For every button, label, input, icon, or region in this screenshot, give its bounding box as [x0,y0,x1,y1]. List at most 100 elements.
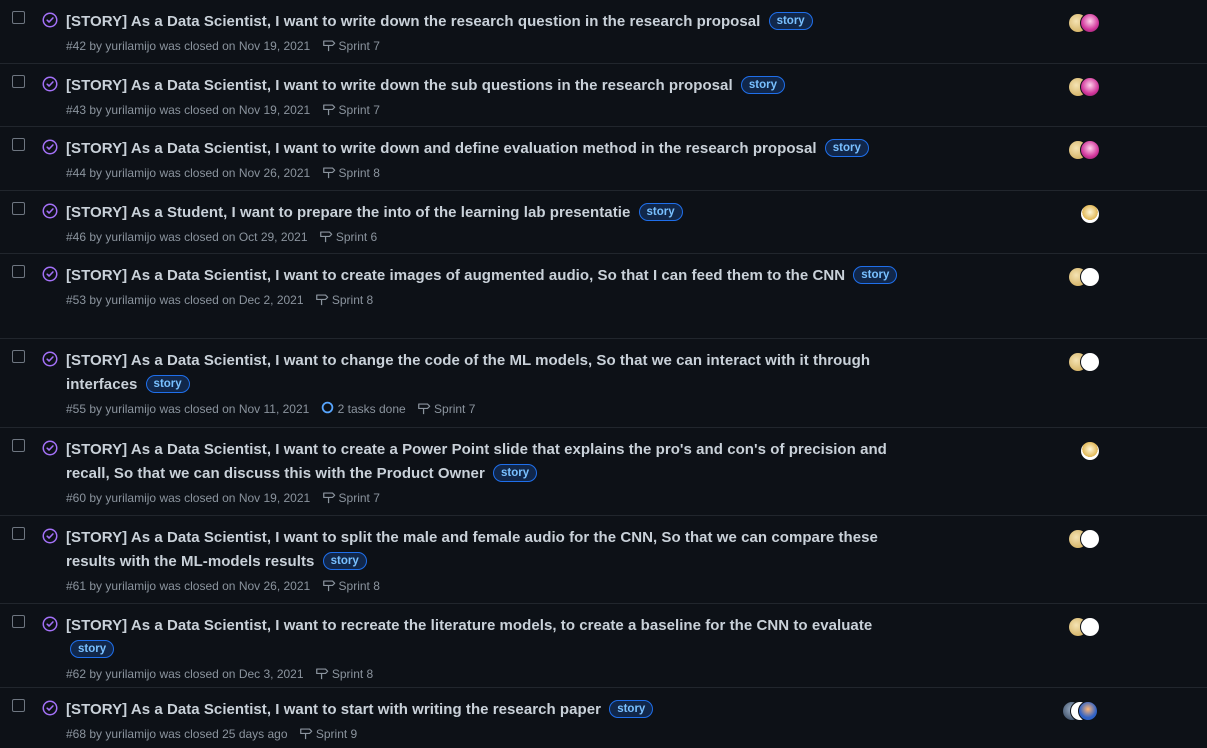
issue-row[interactable]: [STORY] As a Data Scientist, I want to s… [0,688,1207,748]
select-checkbox[interactable] [12,75,25,88]
author-link[interactable]: yurilamijo [105,667,156,681]
issue-title[interactable]: [STORY] As a Data Scientist, I want to s… [66,701,601,718]
label-badge[interactable]: story [853,266,898,284]
select-checkbox[interactable] [12,202,25,215]
milestone-link[interactable]: Sprint 8 [315,666,373,681]
select-checkbox[interactable] [12,615,25,628]
closed-text: was closed on Nov 19, 2021 [159,38,311,53]
issue-row[interactable]: [STORY] As a Data Scientist, I want to s… [0,516,1207,604]
milestone-text: Sprint 7 [338,103,380,118]
milestone-text: Sprint 6 [335,230,378,245]
issue-row[interactable]: [STORY] As a Data Scientist, I want to w… [0,0,1207,64]
avatar[interactable] [1080,267,1100,287]
tasks-progress-icon [321,402,333,414]
label-badge[interactable]: story [768,12,813,30]
label-badge[interactable]: story [740,76,785,94]
author-link[interactable]: yurilamijo [105,491,156,505]
milestone-link[interactable]: Sprint 7 [322,490,380,506]
label-badge[interactable]: story [70,640,115,658]
issue-title[interactable]: [STORY] As a Data Scientist, I want to w… [66,140,817,157]
issue-title[interactable]: [STORY] As a Data Scientist, I want to w… [66,13,760,30]
avatar[interactable] [1080,617,1100,637]
avatar[interactable] [1078,701,1098,721]
issue-closed-icon [42,203,58,219]
issue-title[interactable]: [STORY] As a Student, I want to prepare … [66,204,630,221]
issue-title[interactable]: [STORY] As a Data Scientist, I want to c… [66,267,845,284]
label-badge[interactable]: story [824,139,869,157]
author-link[interactable]: yurilamijo [105,402,156,416]
issue-title[interactable]: [STORY] As a Data Scientist, I want to c… [66,441,887,482]
avatar[interactable] [1080,140,1100,160]
author-link[interactable]: yurilamijo [105,727,156,741]
issue-closed-icon [42,528,58,544]
issue-row[interactable]: [STORY] As a Data Scientist, I want to c… [0,339,1207,428]
milestone-icon [322,492,335,504]
label-badge[interactable]: story [322,552,367,570]
tasks-progress[interactable]: 2 tasks done [321,401,409,416]
author-link[interactable]: yurilamijo [105,39,156,53]
issue-title[interactable]: [STORY] As a Data Scientist, I want to w… [66,77,733,94]
issue-closed-icon [42,700,58,716]
issue-row[interactable]: [STORY] As a Data Scientist, I want to w… [0,64,1207,127]
author-link[interactable]: yurilamijo [105,230,156,244]
avatar[interactable] [1080,13,1100,33]
issue-row[interactable]: [STORY] As a Data Scientist, I want to c… [0,428,1207,516]
select-checkbox[interactable] [12,527,25,540]
by-text: by [89,165,103,180]
issue-number: #43 [66,102,87,117]
select-checkbox[interactable] [12,699,25,712]
label-badge[interactable]: story [493,464,538,482]
issue-title[interactable]: [STORY] As a Data Scientist, I want to s… [66,529,878,570]
milestone-link[interactable]: Sprint 8 [322,578,380,593]
milestone-icon [322,104,335,116]
milestone-icon [320,231,333,243]
milestone-link[interactable]: Sprint 7 [417,401,476,417]
milestone-text: Sprint 7 [338,491,380,506]
label-badge[interactable]: story [638,203,683,221]
avatar[interactable] [1080,77,1100,97]
author-link[interactable]: yurilamijo [105,166,156,180]
milestone-link[interactable]: Sprint 6 [319,229,378,245]
issue-number: #46 [66,229,87,244]
closed-text: was closed on Nov 26, 2021 [159,165,311,180]
issue-row[interactable]: [STORY] As a Data Scientist, I want to r… [0,604,1207,688]
issue-row[interactable]: [STORY] As a Student, I want to prepare … [0,191,1207,254]
issue-number: #53 [66,292,87,307]
avatar[interactable] [1080,441,1100,461]
select-checkbox[interactable] [12,350,25,363]
milestone-text: Sprint 7 [434,402,476,417]
select-checkbox[interactable] [12,11,25,24]
issue-number: #55 [66,401,87,416]
avatar[interactable] [1080,204,1100,224]
select-checkbox[interactable] [12,439,25,452]
milestone-link[interactable]: Sprint 9 [299,726,357,741]
milestone-link[interactable]: Sprint 8 [322,165,380,181]
milestone-icon [322,167,335,179]
issue-title[interactable]: [STORY] As a Data Scientist, I want to r… [66,617,872,634]
milestone-text: Sprint 8 [338,166,380,181]
by-text: by [89,726,103,741]
by-text: by [89,292,103,307]
milestone-icon [418,403,431,415]
milestone-text: Sprint 8 [331,293,374,308]
milestone-icon [316,668,329,680]
author-link[interactable]: yurilamijo [105,293,156,307]
avatar[interactable] [1080,352,1100,372]
label-badge[interactable]: story [145,375,190,393]
author-link[interactable]: yurilamijo [105,579,156,593]
issue-row[interactable]: [STORY] As a Data Scientist, I want to c… [0,254,1207,339]
milestone-link[interactable]: Sprint 7 [322,38,380,53]
select-checkbox[interactable] [12,138,25,151]
avatar[interactable] [1080,529,1100,549]
issue-number: #42 [66,38,87,53]
issue-number: #68 [66,726,87,741]
milestone-link[interactable]: Sprint 7 [322,102,380,118]
milestone-link[interactable]: Sprint 8 [315,292,374,308]
issue-row[interactable]: [STORY] As a Data Scientist, I want to w… [0,127,1207,191]
select-checkbox[interactable] [12,265,25,278]
issue-closed-icon [42,139,58,155]
by-text: by [89,490,103,505]
author-link[interactable]: yurilamijo [105,103,156,117]
label-badge[interactable]: story [609,700,654,718]
milestone-icon [300,728,313,740]
